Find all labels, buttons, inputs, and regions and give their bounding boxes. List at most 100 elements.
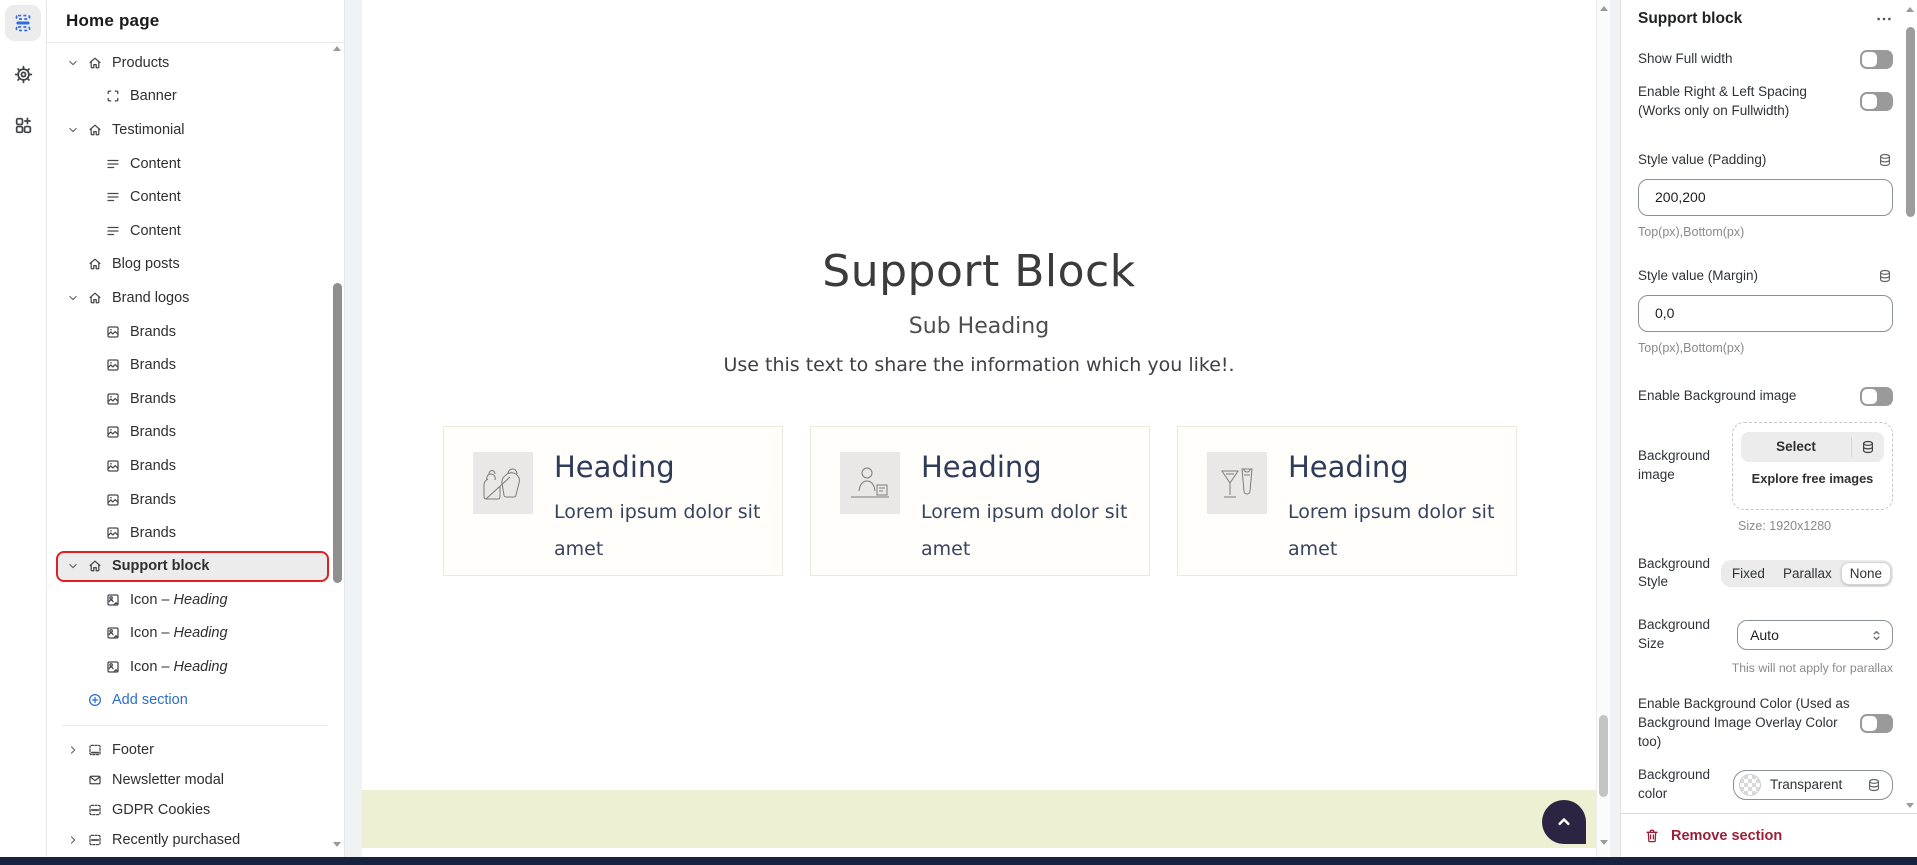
padding-input[interactable] [1638, 179, 1893, 216]
person-illustration [840, 452, 900, 514]
content-icon [105, 156, 121, 172]
scroll-to-top-button[interactable] [1542, 800, 1586, 844]
image-icon [105, 324, 121, 340]
chevron-down-icon[interactable] [65, 291, 81, 305]
chevron-down-icon[interactable] [65, 123, 81, 137]
tree-item-brands[interactable]: Brands [46, 348, 344, 382]
rail-sections-button[interactable] [5, 5, 41, 41]
card-body-text: Lorem ipsum dolor sit amet [921, 494, 1136, 568]
dynamic-source-icon[interactable] [1866, 777, 1882, 793]
card-body-text: Lorem ipsum dolor sit amet [554, 494, 769, 568]
tree-item-label: Brands [130, 324, 176, 340]
tree-item-content[interactable]: Content [46, 180, 344, 214]
tree-item-label: Footer [112, 742, 154, 758]
bg-image-toggle-label: Enable Background image [1638, 387, 1796, 406]
remove-section-button[interactable]: Remove section [1620, 813, 1917, 857]
scroll-up-arrow[interactable] [333, 46, 341, 51]
tree-item-add-section[interactable]: Add section [46, 684, 344, 718]
tree-item-content[interactable]: Content [46, 214, 344, 248]
bg-style-option-fixed[interactable]: Fixed [1723, 562, 1774, 585]
tree-item-brands[interactable]: Brands [46, 516, 344, 550]
support-cards-row: Heading Lorem ipsum dolor sit amet Headi… [443, 426, 1517, 576]
margin-help: Top(px),Bottom(px) [1638, 341, 1893, 355]
scroll-up-arrow[interactable] [1906, 7, 1914, 12]
section-icon [87, 832, 103, 848]
sidebar-header: Home page [46, 0, 344, 43]
tree-item-label: Brand logos [112, 290, 189, 306]
tree-item-gdpr-cookies[interactable]: GDPR Cookies [46, 795, 344, 825]
full-width-toggle[interactable] [1860, 50, 1893, 69]
margin-input[interactable] [1638, 295, 1893, 332]
image-icon [105, 525, 121, 541]
bg-color-toggle-label: Enable Background Color (Used as Backgro… [1638, 695, 1850, 752]
preview-canvas: Support Block Sub Heading Use this text … [362, 0, 1610, 857]
bg-color-picker[interactable]: Transparent [1733, 770, 1893, 800]
panel-scrollbar[interactable] [1904, 0, 1916, 812]
gear-icon [13, 64, 34, 85]
tree-item-icon-heading[interactable]: Icon – Heading [46, 650, 344, 684]
sidebar-scrollbar[interactable] [331, 44, 343, 849]
scroll-down-arrow[interactable] [1906, 803, 1914, 808]
tree-divider [62, 725, 328, 726]
chevron-right-icon[interactable] [65, 833, 81, 847]
sidebar-scrollbar-thumb[interactable] [333, 283, 342, 583]
spacing-toggle[interactable] [1860, 92, 1893, 111]
bg-color-toggle[interactable] [1860, 714, 1893, 733]
tree-item-products[interactable]: Products [46, 46, 344, 80]
tree-item-brands[interactable]: Brands [46, 483, 344, 517]
tree-item-brand-logos[interactable]: Brand logos [46, 281, 344, 315]
tree-item-label: Banner [130, 88, 177, 104]
tree-item-icon-heading[interactable]: Icon – Heading [46, 617, 344, 651]
tree-item-label: Icon – Heading [130, 625, 228, 641]
bg-style-option-parallax[interactable]: Parallax [1774, 562, 1841, 585]
tree-item-brands[interactable]: Brands [46, 416, 344, 450]
tree-item-label: Support block [112, 558, 209, 574]
home-icon [87, 122, 103, 138]
tree-item-testimonial[interactable]: Testimonial [46, 113, 344, 147]
tree-item-recently-purchased[interactable]: Recently purchased [46, 825, 344, 855]
image-icon [105, 492, 121, 508]
preview-scrollbar-thumb[interactable] [1599, 715, 1608, 797]
explore-free-images-link[interactable]: Explore free images [1741, 471, 1884, 486]
tree-item-label: Blog posts [112, 256, 180, 272]
panel-scrollbar-thumb[interactable] [1906, 27, 1915, 217]
section-icon [87, 802, 103, 818]
content-icon [105, 223, 121, 239]
bg-size-select[interactable]: Auto [1737, 620, 1893, 650]
tree-item-banner[interactable]: Banner [46, 80, 344, 114]
bg-color-value: Transparent [1770, 777, 1842, 792]
scroll-down-arrow[interactable] [1600, 840, 1608, 845]
dynamic-source-icon[interactable] [1852, 439, 1884, 455]
image-picker: Select Explore free images [1732, 422, 1893, 510]
rail-settings-button[interactable] [5, 56, 41, 92]
tree-item-icon-heading[interactable]: Icon – Heading [46, 583, 344, 617]
tree-item-brands[interactable]: Brands [46, 382, 344, 416]
chevron-down-icon[interactable] [65, 56, 81, 70]
tree-item-footer[interactable]: Footer [46, 735, 344, 765]
image-icon [105, 458, 121, 474]
tree-item-label: Brands [130, 492, 176, 508]
tree-item-blog-posts[interactable]: Blog posts [46, 248, 344, 282]
full-width-label: Show Full width [1638, 50, 1733, 69]
scroll-up-arrow[interactable] [1600, 6, 1608, 11]
remove-section-label: Remove section [1671, 828, 1782, 844]
chevron-down-icon[interactable] [65, 559, 81, 573]
tree-item-content[interactable]: Content [46, 147, 344, 181]
tree-item-support-block[interactable]: Support block [56, 551, 329, 582]
banner-icon [105, 88, 121, 104]
tree-item-brands[interactable]: Brands [46, 449, 344, 483]
bg-style-option-none[interactable]: None [1841, 562, 1891, 585]
preview-scrollbar[interactable] [1596, 0, 1610, 857]
dynamic-source-icon[interactable] [1877, 268, 1893, 284]
tree-item-newsletter-modal[interactable]: Newsletter modal [46, 765, 344, 795]
scroll-down-arrow[interactable] [333, 842, 341, 847]
tree-item-label: GDPR Cookies [112, 802, 210, 818]
tree-item-brands[interactable]: Brands [46, 315, 344, 349]
spacing-label: Enable Right & Left Spacing (Works only … [1638, 83, 1853, 121]
rail-apps-button[interactable] [5, 107, 41, 143]
chevron-right-icon[interactable] [65, 743, 81, 757]
overflow-menu-button[interactable] [1875, 10, 1893, 28]
select-image-button[interactable]: Select [1741, 432, 1884, 462]
dynamic-source-icon[interactable] [1877, 152, 1893, 168]
bg-image-toggle[interactable] [1860, 387, 1893, 406]
